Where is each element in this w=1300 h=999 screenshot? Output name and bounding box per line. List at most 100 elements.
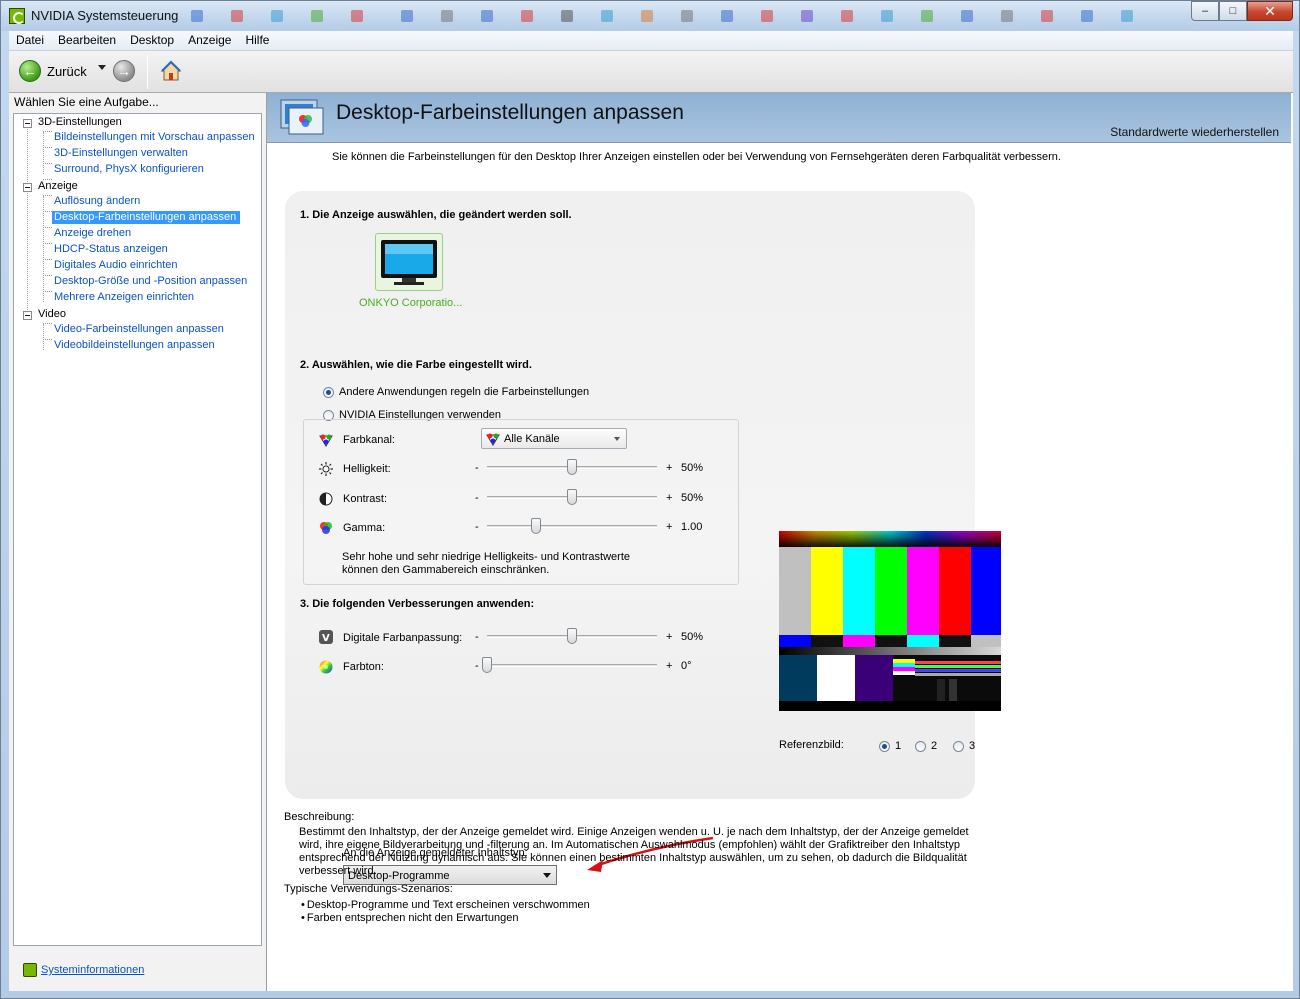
gamma-label: Gamma: (343, 522, 386, 534)
collapse-anzeige-toggle-icon[interactable] (23, 183, 32, 192)
history-dropdown-icon[interactable] (98, 65, 106, 70)
tree-group-3d[interactable]: 3D-Einstellungen (38, 116, 122, 128)
radio-other-apps[interactable] (323, 387, 334, 398)
color-channel-label: Farbkanal: (343, 434, 395, 446)
reference-radio-1[interactable] (879, 741, 890, 752)
gamma-value: 1.00 (681, 521, 703, 533)
back-button[interactable]: ← Zurück (19, 60, 87, 82)
description-body: Bestimmt den Inhaltstyp, der der Anzeige… (299, 826, 969, 877)
usage-item: Farben entsprechen nicht den Erwartungen (301, 912, 519, 924)
hue-label: Farbton: (343, 661, 384, 673)
tree-item-surround[interactable]: Surround, PhysX konfigurieren (54, 163, 204, 175)
tree-item-bildeinstellungen[interactable]: Bildeinstellungen mit Vorschau anpassen (54, 131, 255, 143)
task-tree: 3D-Einstellungen Bildeinstellungen mit V… (13, 113, 262, 946)
display-name-label: ONKYO Corporatio... (359, 297, 463, 309)
tree-item-video-farbe[interactable]: Video-Farbeinstellungen anpassen (54, 323, 224, 335)
menu-datei[interactable]: Datei (9, 31, 51, 50)
tree-item-anzeige-drehen[interactable]: Anzeige drehen (54, 227, 131, 239)
home-icon[interactable] (159, 59, 183, 83)
minimize-button[interactable]: – (1191, 1, 1219, 21)
toolbar-separator (147, 55, 148, 89)
menu-bar: Datei Bearbeiten Desktop Anzeige Hilfe (9, 31, 1293, 51)
reference-radio-2-label[interactable]: 2 (931, 740, 937, 752)
brightness-slider-thumb[interactable] (567, 459, 577, 475)
page-intro: Sie können die Farbeinstellungen für den… (332, 151, 1061, 163)
system-info-icon (23, 963, 37, 977)
nvidia-app-icon (9, 8, 25, 24)
contrast-minus: - (475, 492, 479, 504)
gamma-slider-track[interactable] (487, 525, 657, 528)
contrast-slider-thumb[interactable] (567, 489, 577, 505)
task-title: Wählen Sie eine Aufgabe... (14, 95, 159, 109)
maximize-button[interactable]: □ (1219, 1, 1247, 21)
tree-item-audio[interactable]: Digitales Audio einrichten (54, 259, 178, 271)
tree-item-hdcp[interactable]: HDCP-Status anzeigen (54, 243, 168, 255)
brightness-value: 50% (681, 462, 704, 474)
gamma-plus: + (666, 521, 673, 533)
usage-title: Typische Verwendungs-Szenarios: (284, 883, 453, 895)
hue-slider-track[interactable] (487, 664, 657, 667)
step3-heading: 3. Die folgenden Verbesserungen anwenden… (300, 598, 535, 610)
all-channels-icon (486, 433, 500, 446)
gamma-range-note: Sehr hohe und sehr niedrige Helligkeits-… (342, 551, 630, 576)
tree-item-desktop-groesse[interactable]: Desktop-Größe und -Position anpassen (54, 275, 247, 287)
menu-anzeige[interactable]: Anzeige (181, 31, 238, 50)
tree-item-videobild[interactable]: Videobildeinstellungen anpassen (54, 339, 215, 351)
reference-radio-3[interactable] (953, 741, 964, 752)
hue-minus: - (475, 660, 479, 672)
vibrance-slider-thumb[interactable] (567, 628, 577, 644)
brightness-plus: + (666, 462, 673, 474)
back-arrow-icon: ← (19, 60, 41, 82)
reference-test-image (779, 531, 1001, 711)
collapse-video-toggle-icon[interactable] (23, 311, 32, 320)
monitor-icon (381, 240, 437, 285)
contrast-plus: + (666, 492, 673, 504)
vibrance-minus: - (475, 631, 479, 643)
window-title: NVIDIA Systemsteuerung (31, 8, 179, 23)
title-bar[interactable]: NVIDIA Systemsteuerung – □ ✕ (1, 1, 1299, 31)
restore-defaults-link[interactable]: Standardwerte wiederherstellen (1110, 125, 1279, 139)
svg-text:V: V (322, 633, 330, 644)
reference-radio-2[interactable] (915, 741, 926, 752)
toolbar: ← Zurück → (9, 51, 1293, 93)
gamma-icon (320, 522, 332, 534)
reference-radio-1-label[interactable]: 1 (895, 740, 901, 752)
reference-radio-3-label[interactable]: 3 (969, 740, 975, 752)
forward-button[interactable]: → (113, 60, 135, 82)
tree-item-mehrere-anzeigen[interactable]: Mehrere Anzeigen einrichten (54, 291, 194, 303)
menu-bearbeiten[interactable]: Bearbeiten (51, 31, 123, 50)
menu-desktop[interactable]: Desktop (123, 31, 181, 50)
gamma-minus: - (475, 521, 479, 533)
back-label: Zurück (47, 63, 87, 79)
tree-item-aufloesung[interactable]: Auflösung ändern (54, 195, 140, 207)
brightness-icon (319, 462, 333, 476)
tree-item-desktop-farbe[interactable]: Desktop-Farbeinstellungen anpassen (52, 211, 241, 224)
vibrance-plus: + (666, 631, 673, 643)
gamma-slider-thumb[interactable] (531, 518, 542, 534)
task-sidebar: Wählen Sie eine Aufgabe... 3D-Einstellun… (9, 93, 267, 991)
page-header: Desktop-Farbeinstellungen anpassen Stand… (267, 93, 1291, 143)
collapse-3d-toggle-icon[interactable] (23, 119, 32, 128)
color-channel-value: Alle Kanäle (504, 433, 560, 445)
app-window: NVIDIA Systemsteuerung – □ ✕ Datei Bearb… (0, 0, 1300, 999)
tree-item-3d-verwalten[interactable]: 3D-Einstellungen verwalten (54, 147, 188, 159)
sysinfo-link-row[interactable]: Systeminformationen (23, 963, 144, 977)
taskbar-icons-strip (181, 6, 1181, 26)
menu-hilfe[interactable]: Hilfe (238, 31, 276, 50)
color-channel-select[interactable]: Alle Kanäle (481, 428, 627, 449)
reference-label: Referenzbild: (779, 739, 844, 751)
hue-plus: + (666, 660, 673, 672)
hue-slider-thumb[interactable] (482, 657, 492, 673)
display-tile[interactable] (375, 233, 443, 291)
sysinfo-link[interactable]: Systeminformationen (41, 964, 144, 976)
color-channel-icon (319, 434, 333, 447)
brightness-label: Helligkeit: (343, 463, 391, 475)
tree-group-video[interactable]: Video (38, 308, 66, 320)
hue-wheel-icon (319, 660, 333, 674)
tree-group-anzeige[interactable]: Anzeige (38, 180, 78, 192)
description-title: Beschreibung: (284, 811, 355, 823)
radio-other-apps-label[interactable]: Andere Anwendungen regeln die Farbeinste… (339, 386, 589, 398)
close-button[interactable]: ✕ (1247, 1, 1293, 21)
settings-card: 1. Die Anzeige auswählen, die geändert w… (285, 191, 1001, 885)
digital-vibrance-icon: V (319, 630, 333, 644)
